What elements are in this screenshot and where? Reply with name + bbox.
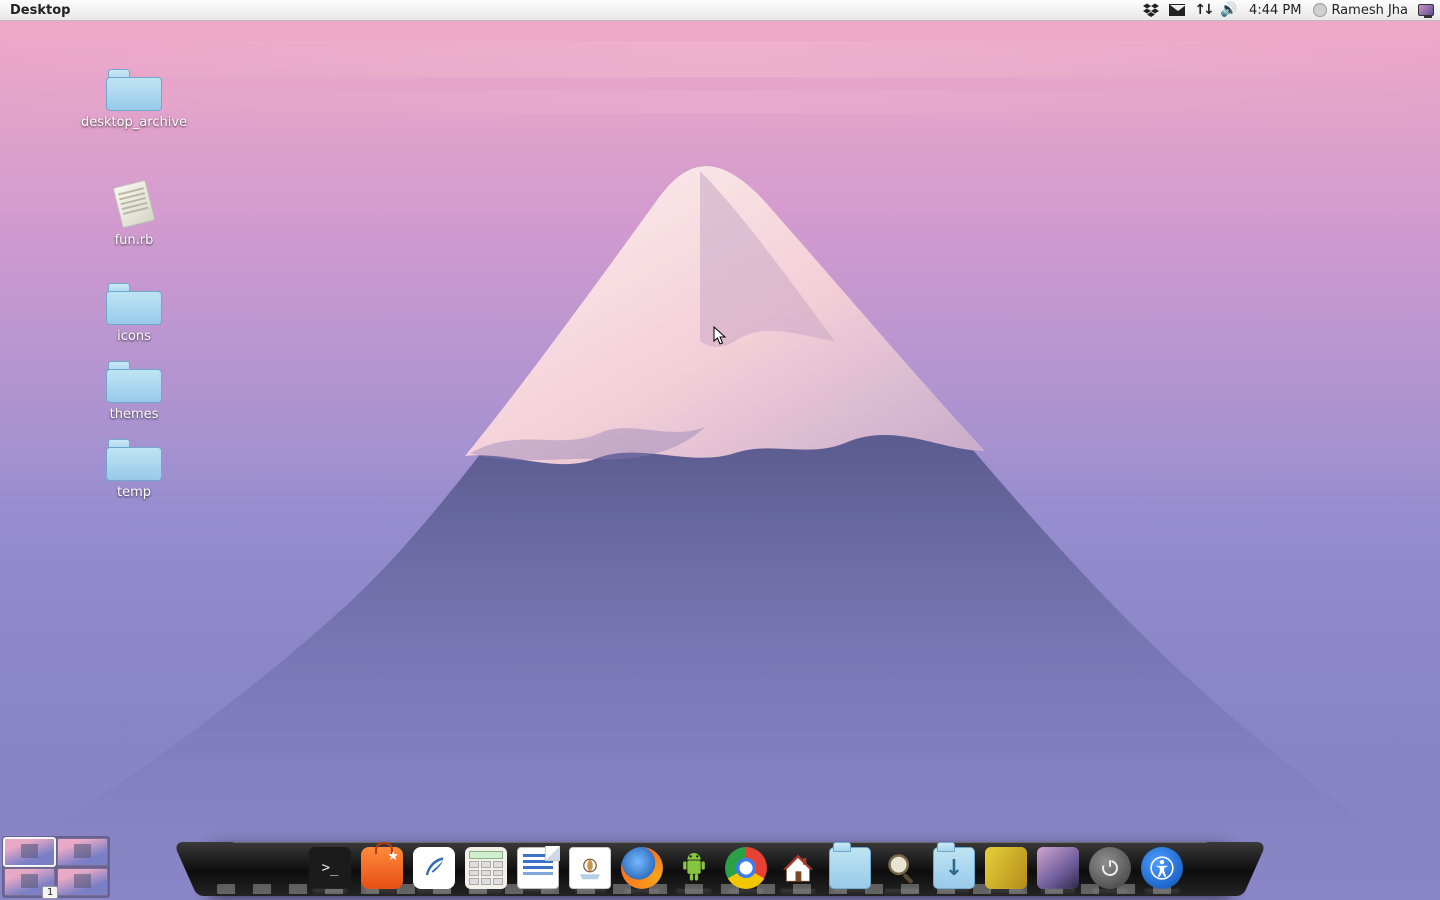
clock[interactable]: 4:44 PM — [1247, 3, 1303, 18]
dock-appearance-b[interactable] — [1037, 847, 1079, 889]
dock-home[interactable] — [777, 847, 819, 889]
dropbox-icon[interactable] — [1143, 2, 1159, 18]
dock-downloads[interactable] — [933, 847, 975, 889]
active-app-title[interactable]: Desktop — [0, 3, 80, 18]
dock-appearance-a[interactable] — [985, 847, 1027, 889]
desktop-icon-temp[interactable]: temp — [64, 439, 204, 500]
desktop-icon-desktop-archive[interactable]: desktop_archive — [64, 69, 204, 130]
dock-applications[interactable] — [257, 847, 299, 889]
folder-icon — [106, 283, 162, 325]
dock-calculator[interactable] — [465, 847, 507, 889]
folder-icon — [106, 69, 162, 111]
desktop-icon-themes[interactable]: themes — [64, 361, 204, 422]
dock-search[interactable] — [881, 847, 923, 889]
workspace-4[interactable] — [57, 868, 108, 896]
workspace-1[interactable] — [4, 838, 55, 866]
display-indicator-icon[interactable] — [1418, 2, 1434, 18]
dock-writer[interactable] — [517, 847, 559, 889]
user-avatar-icon — [1313, 3, 1327, 17]
volume-icon[interactable]: 🔊 — [1221, 2, 1237, 18]
user-name: Ramesh Jha — [1331, 3, 1408, 18]
menubar: Desktop ↑↓ 🔊 4:44 PM Ramesh Jha — [0, 0, 1440, 21]
dock-text-editor[interactable] — [413, 847, 455, 889]
desktop-icon-icons[interactable]: icons — [64, 283, 204, 344]
dock — [207, 842, 1233, 896]
dock-mail[interactable] — [569, 847, 611, 889]
workspace-switcher[interactable]: 1 — [2, 836, 110, 898]
dock-accessibility[interactable] — [1141, 847, 1183, 889]
dock-chrome[interactable] — [725, 847, 767, 889]
folder-icon — [106, 361, 162, 403]
dock-terminal[interactable] — [309, 847, 351, 889]
cursor-icon — [713, 326, 727, 346]
user-menu[interactable]: Ramesh Jha — [1313, 3, 1408, 18]
workspace-2[interactable] — [57, 838, 108, 866]
dock-software-center[interactable] — [361, 847, 403, 889]
folder-icon — [106, 439, 162, 481]
dock-android[interactable] — [673, 847, 715, 889]
system-tray: ↑↓ 🔊 4:44 PM Ramesh Jha — [1137, 2, 1440, 18]
mail-icon[interactable] — [1169, 2, 1185, 18]
desktop[interactable]: desktop_archive fun.rb icons themes temp — [0, 21, 1440, 900]
network-icon[interactable]: ↑↓ — [1195, 2, 1211, 18]
script-icon — [109, 179, 159, 229]
desktop-icon-fun-rb[interactable]: fun.rb — [64, 179, 204, 248]
dock-shutdown[interactable] — [1089, 847, 1131, 889]
dock-firefox[interactable] — [621, 847, 663, 889]
workspace-active-badge: 1 — [42, 886, 58, 899]
dock-files[interactable] — [829, 847, 871, 889]
